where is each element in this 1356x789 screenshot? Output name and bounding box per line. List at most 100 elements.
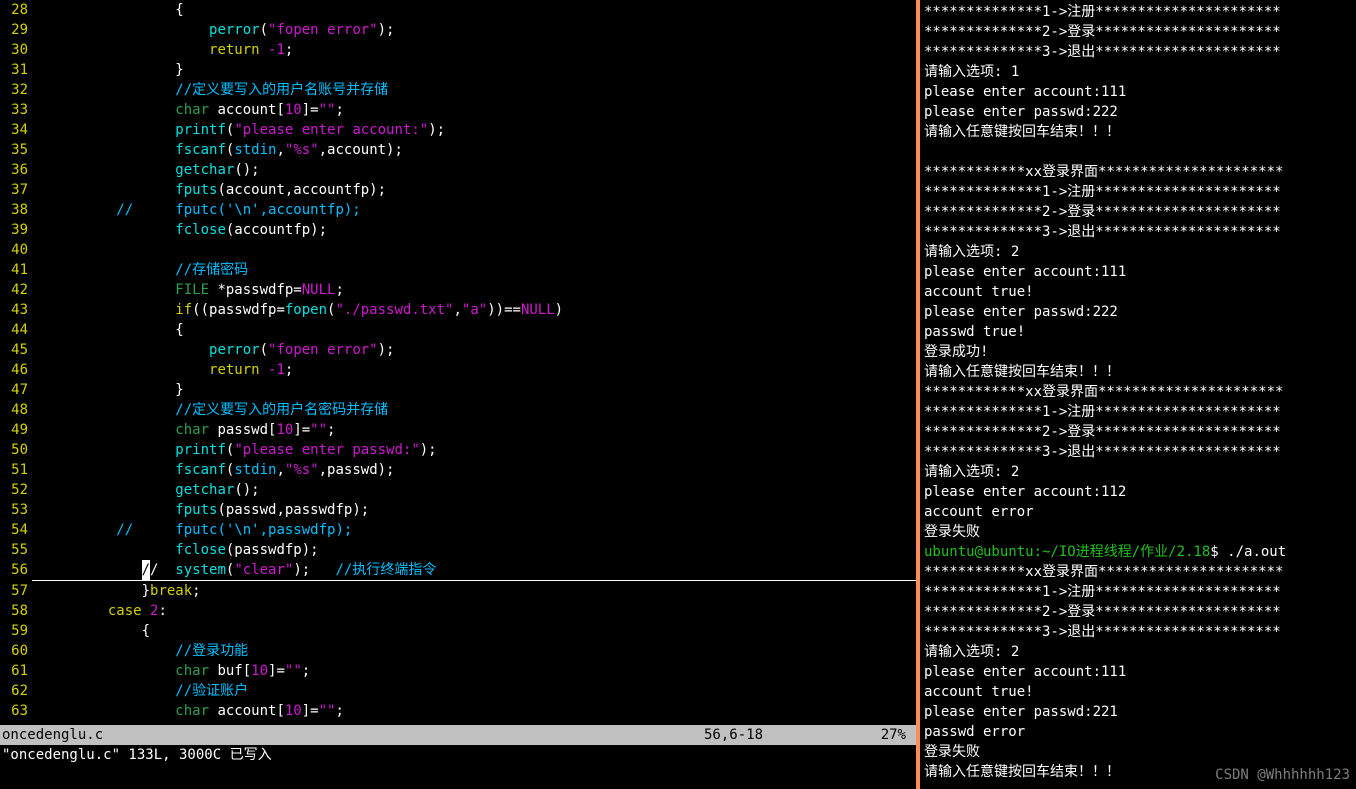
- code-line[interactable]: 45 perror("fopen error");: [0, 340, 916, 360]
- code-line[interactable]: 49 char passwd[10]="";: [0, 420, 916, 440]
- code-line[interactable]: 33 char account[10]="";: [0, 100, 916, 120]
- terminal-line: **************3->退出*********************…: [924, 222, 1352, 242]
- prompt-command: $ ./a.out: [1210, 544, 1286, 560]
- terminal-line: 请输入选项: 2: [924, 242, 1352, 262]
- code-content[interactable]: fscanf(stdin,"%s",passwd);: [32, 460, 916, 480]
- code-content[interactable]: fclose(accountfp);: [32, 220, 916, 240]
- code-content[interactable]: // fputc('\n',passwdfp);: [32, 520, 916, 540]
- code-line[interactable]: 51 fscanf(stdin,"%s",passwd);: [0, 460, 916, 480]
- line-number: 47: [0, 380, 32, 400]
- code-line[interactable]: 58 case 2:: [0, 601, 916, 621]
- code-line[interactable]: 31 }: [0, 60, 916, 80]
- code-content[interactable]: }: [32, 380, 916, 400]
- code-line[interactable]: 53 fputs(passwd,passwdfp);: [0, 500, 916, 520]
- code-line[interactable]: 42 FILE *passwdfp=NULL;: [0, 280, 916, 300]
- code-line[interactable]: 39 fclose(accountfp);: [0, 220, 916, 240]
- code-content[interactable]: perror("fopen error");: [32, 20, 916, 40]
- code-content[interactable]: fputs(account,accountfp);: [32, 180, 916, 200]
- code-content[interactable]: getchar();: [32, 160, 916, 180]
- code-content[interactable]: fclose(passwdfp);: [32, 540, 916, 560]
- code-line[interactable]: 54 // fputc('\n',passwdfp);: [0, 520, 916, 540]
- code-content[interactable]: //定义要写入的用户名密码并存储: [32, 400, 916, 420]
- terminal-line: 请输入选项: 1: [924, 62, 1352, 82]
- terminal-line: account true!: [924, 282, 1352, 302]
- code-content[interactable]: if((passwdfp=fopen("./passwd.txt","a"))=…: [32, 300, 916, 320]
- code-content[interactable]: //验证账户: [32, 681, 916, 701]
- code-line[interactable]: 32 //定义要写入的用户名账号并存储: [0, 80, 916, 100]
- code-content[interactable]: // fputc('\n',accountfp);: [32, 200, 916, 220]
- terminal-line: 登录成功!: [924, 342, 1352, 362]
- line-number: 44: [0, 320, 32, 340]
- code-content[interactable]: char buf[10]="";: [32, 661, 916, 681]
- code-content[interactable]: printf("please enter account:");: [32, 120, 916, 140]
- code-line[interactable]: 48 //定义要写入的用户名密码并存储: [0, 400, 916, 420]
- code-line[interactable]: 61 char buf[10]="";: [0, 661, 916, 681]
- code-content[interactable]: return -1;: [32, 360, 916, 380]
- line-number: 36: [0, 160, 32, 180]
- code-line[interactable]: 50 printf("please enter passwd:");: [0, 440, 916, 460]
- code-line[interactable]: 37 fputs(account,accountfp);: [0, 180, 916, 200]
- line-number: 52: [0, 480, 32, 500]
- code-content[interactable]: {: [32, 320, 916, 340]
- line-number: 39: [0, 220, 32, 240]
- code-line[interactable]: 43 if((passwdfp=fopen("./passwd.txt","a"…: [0, 300, 916, 320]
- code-content[interactable]: char account[10]="";: [32, 701, 916, 721]
- scroll-percent: 27%: [854, 725, 914, 745]
- code-content[interactable]: FILE *passwdfp=NULL;: [32, 280, 916, 300]
- code-content[interactable]: char account[10]="";: [32, 100, 916, 120]
- code-content[interactable]: //存储密码: [32, 260, 916, 280]
- code-content[interactable]: return -1;: [32, 40, 916, 60]
- code-line[interactable]: 63 char account[10]="";: [0, 701, 916, 721]
- code-line[interactable]: 52 getchar();: [0, 480, 916, 500]
- line-number: 45: [0, 340, 32, 360]
- code-line[interactable]: 35 fscanf(stdin,"%s",account);: [0, 140, 916, 160]
- code-line[interactable]: 60 //登录功能: [0, 641, 916, 661]
- code-content[interactable]: {: [32, 621, 916, 641]
- terminal-line: **************1->注册*********************…: [924, 582, 1352, 602]
- code-line[interactable]: 56 // system("clear"); //执行终端指令: [0, 560, 916, 581]
- code-content[interactable]: }break;: [32, 581, 916, 601]
- editor-pane[interactable]: 28 {29 perror("fopen error");30 return -…: [0, 0, 916, 789]
- code-content[interactable]: perror("fopen error");: [32, 340, 916, 360]
- code-content[interactable]: fputs(passwd,passwdfp);: [32, 500, 916, 520]
- line-number: 41: [0, 260, 32, 280]
- code-line[interactable]: 30 return -1;: [0, 40, 916, 60]
- terminal-line: 登录失败: [924, 742, 1352, 762]
- code-line[interactable]: 62 //验证账户: [0, 681, 916, 701]
- terminal-line: 请输入选项: 2: [924, 462, 1352, 482]
- terminal-line: passwd error: [924, 722, 1352, 742]
- line-number: 62: [0, 681, 32, 701]
- line-number: 49: [0, 420, 32, 440]
- terminal-pane[interactable]: **************1->注册*********************…: [920, 0, 1356, 789]
- code-content[interactable]: //登录功能: [32, 641, 916, 661]
- code-line[interactable]: 47 }: [0, 380, 916, 400]
- code-area[interactable]: 28 {29 perror("fopen error");30 return -…: [0, 0, 916, 725]
- code-content[interactable]: case 2:: [32, 601, 916, 621]
- code-content[interactable]: }: [32, 60, 916, 80]
- code-line[interactable]: 57 }break;: [0, 581, 916, 601]
- code-line[interactable]: 29 perror("fopen error");: [0, 20, 916, 40]
- code-line[interactable]: 38 // fputc('\n',accountfp);: [0, 200, 916, 220]
- code-line[interactable]: 55 fclose(passwdfp);: [0, 540, 916, 560]
- code-content[interactable]: //定义要写入的用户名账号并存储: [32, 80, 916, 100]
- code-line[interactable]: 46 return -1;: [0, 360, 916, 380]
- code-line[interactable]: 44 {: [0, 320, 916, 340]
- code-line[interactable]: 41 //存储密码: [0, 260, 916, 280]
- code-line[interactable]: 34 printf("please enter account:");: [0, 120, 916, 140]
- code-line[interactable]: 28 {: [0, 0, 916, 20]
- code-line[interactable]: 59 {: [0, 621, 916, 641]
- cursor-position: 56,6-18: [704, 725, 854, 745]
- code-line[interactable]: 36 getchar();: [0, 160, 916, 180]
- code-content[interactable]: // system("clear"); //执行终端指令: [32, 560, 916, 581]
- terminal-line: **************1->注册*********************…: [924, 402, 1352, 422]
- terminal-line: please enter passwd:221: [924, 702, 1352, 722]
- code-content[interactable]: {: [32, 0, 916, 20]
- code-content[interactable]: fscanf(stdin,"%s",account);: [32, 140, 916, 160]
- code-line[interactable]: 40: [0, 240, 916, 260]
- code-content[interactable]: [32, 240, 916, 260]
- terminal-line: **************3->退出*********************…: [924, 442, 1352, 462]
- code-content[interactable]: printf("please enter passwd:");: [32, 440, 916, 460]
- code-content[interactable]: getchar();: [32, 480, 916, 500]
- line-number: 32: [0, 80, 32, 100]
- code-content[interactable]: char passwd[10]="";: [32, 420, 916, 440]
